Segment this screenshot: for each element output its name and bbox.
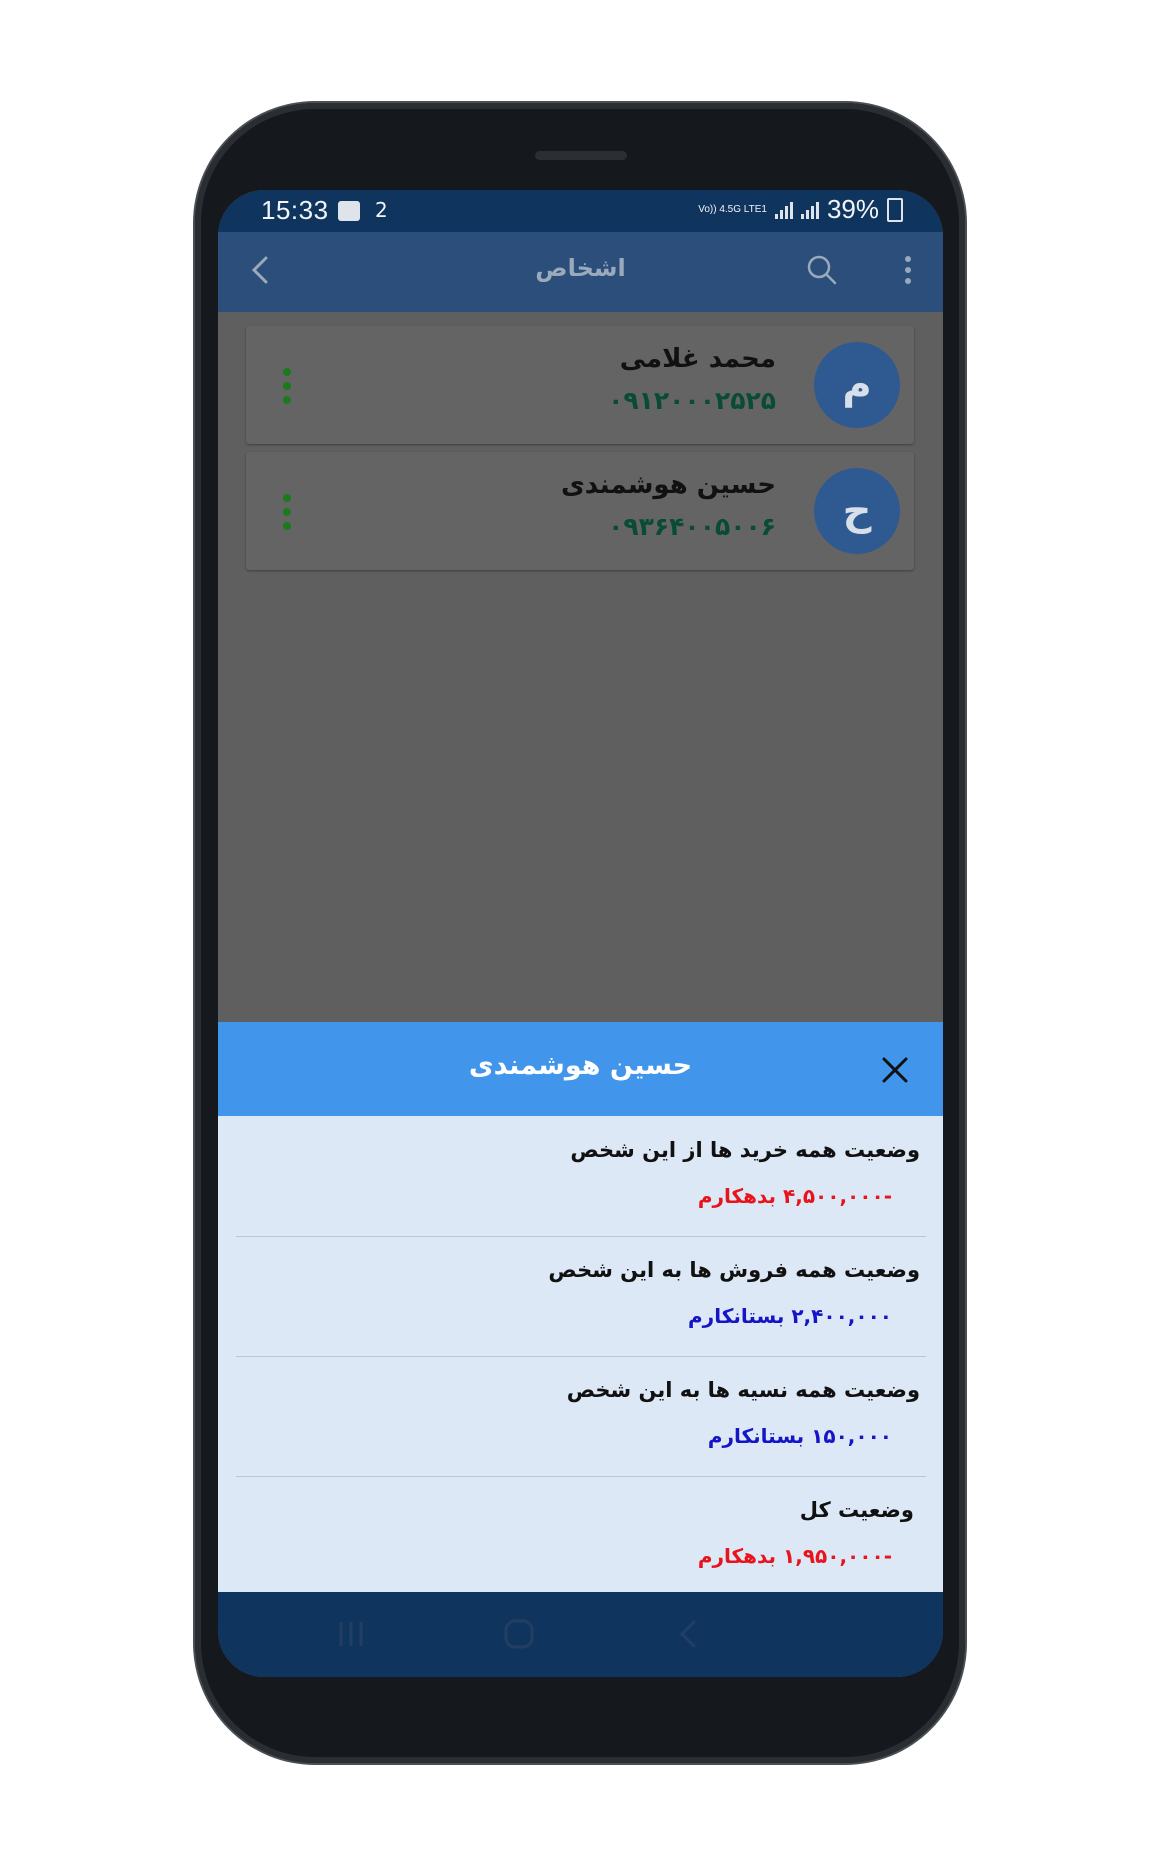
system-navigation-bar bbox=[218, 1592, 943, 1677]
wifi-notification-icon bbox=[338, 201, 360, 221]
earpiece-speaker bbox=[535, 151, 627, 160]
home-icon[interactable] bbox=[502, 1616, 536, 1652]
summary-label: وضعیت همه نسیه ها به این شخص bbox=[566, 1378, 920, 1402]
contact-name: محمد غلامی bbox=[619, 344, 776, 374]
battery-icon bbox=[887, 197, 903, 222]
summary-value: ۲,۴۰۰,۰۰۰ بستانکارم bbox=[688, 1304, 892, 1328]
status-time: 15:33 bbox=[261, 195, 329, 225]
back-icon[interactable] bbox=[676, 1616, 700, 1652]
contact-name: حسین هوشمندی bbox=[560, 470, 776, 500]
sheet-header: حسین هوشمندی bbox=[218, 1022, 943, 1116]
status-bar: 15:33 2 Vo)) 4.5G LTE1 39% bbox=[218, 190, 943, 232]
summary-row: وضعیت همه خرید ها از این شخص -۴,۵۰۰,۰۰۰ … bbox=[236, 1116, 926, 1237]
network-type-label: Vo)) 4.5G LTE1 bbox=[698, 203, 767, 215]
app-bar: اشخاص bbox=[218, 232, 943, 312]
signal-strength-icon-2 bbox=[800, 201, 819, 219]
contacts-list: م محمد غلامی ۰۹۱۲۰۰۰۲۵۲۵ ح حسین هوشمندی … bbox=[218, 312, 943, 1042]
summary-label: وضعیت کل bbox=[799, 1498, 914, 1522]
summary-value: -۱,۹۵۰,۰۰۰ بدهکارم bbox=[697, 1544, 892, 1568]
contact-card[interactable]: ح حسین هوشمندی ۰۹۳۶۴۰۰۵۰۰۶ bbox=[246, 452, 914, 570]
notification-count: 2 bbox=[375, 198, 388, 222]
summary-row: وضعیت همه فروش ها به این شخص ۲,۴۰۰,۰۰۰ ب… bbox=[236, 1236, 926, 1357]
summary-row: وضعیت کل -۱,۹۵۰,۰۰۰ بدهکارم bbox=[236, 1476, 926, 1596]
summary-label: وضعیت همه فروش ها به این شخص bbox=[548, 1258, 920, 1282]
search-icon[interactable] bbox=[806, 254, 838, 286]
person-summary-sheet: حسین هوشمندی وضعیت همه خرید ها از این شخ… bbox=[218, 1022, 943, 1592]
summary-row: وضعیت همه نسیه ها به این شخص ۱۵۰,۰۰۰ بست… bbox=[236, 1356, 926, 1477]
avatar: ح bbox=[814, 468, 900, 554]
summary-label: وضعیت همه خرید ها از این شخص bbox=[570, 1138, 920, 1162]
contact-card[interactable]: م محمد غلامی ۰۹۱۲۰۰۰۲۵۲۵ bbox=[246, 326, 914, 444]
more-vert-icon[interactable] bbox=[903, 254, 913, 286]
sheet-title: حسین هوشمندی bbox=[468, 1050, 693, 1081]
contact-menu-icon[interactable] bbox=[282, 366, 292, 406]
recent-apps-icon[interactable] bbox=[336, 1616, 366, 1652]
battery-percentage: 39% bbox=[826, 194, 879, 224]
summary-value: -۴,۵۰۰,۰۰۰ بدهکارم bbox=[697, 1184, 892, 1208]
avatar: م bbox=[814, 342, 900, 428]
summary-value: ۱۵۰,۰۰۰ بستانکارم bbox=[707, 1424, 892, 1448]
phone-screen: 15:33 2 Vo)) 4.5G LTE1 39% اشخاص م محمد bbox=[218, 190, 943, 1677]
contact-menu-icon[interactable] bbox=[282, 492, 292, 532]
signal-strength-icon bbox=[774, 201, 793, 219]
contact-phone: ۰۹۳۶۴۰۰۵۰۰۶ bbox=[608, 512, 776, 541]
contact-phone: ۰۹۱۲۰۰۰۲۵۲۵ bbox=[608, 386, 776, 415]
